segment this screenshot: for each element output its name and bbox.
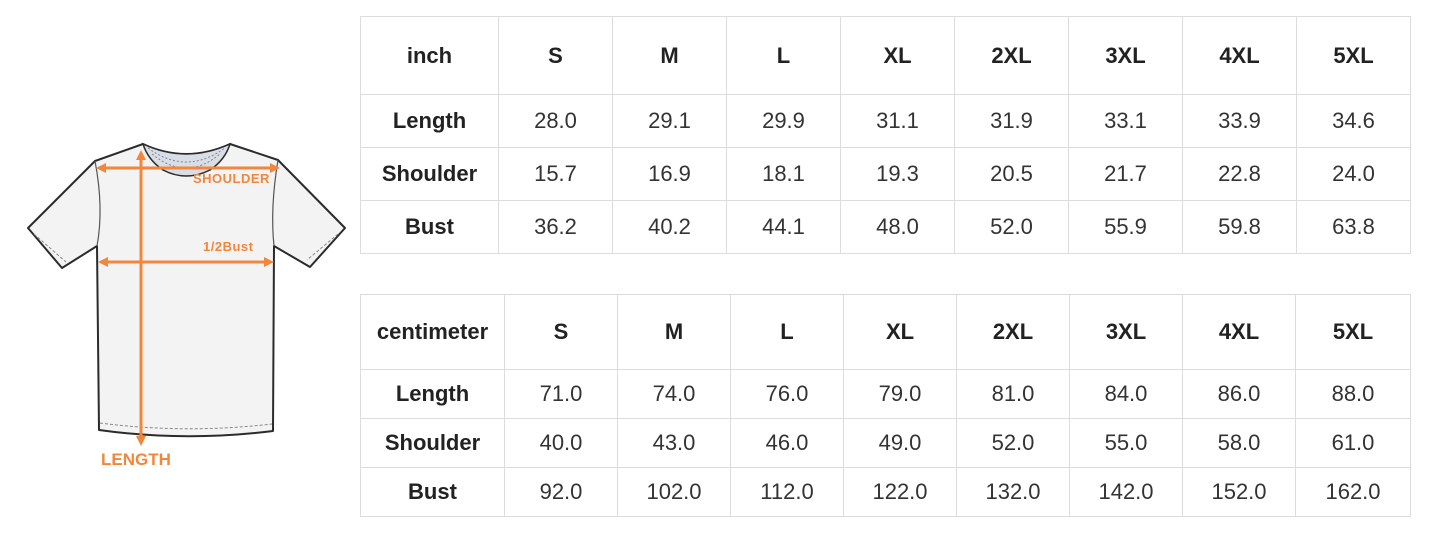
table-cell: 88.0 <box>1295 369 1411 419</box>
table-cell: 52.0 <box>956 418 1070 468</box>
table-cell: 58.0 <box>1182 418 1296 468</box>
table-row: Shoulder 40.0 43.0 46.0 49.0 52.0 55.0 5… <box>360 418 1411 468</box>
size-header: L <box>730 294 844 370</box>
table-cell: 55.9 <box>1068 200 1183 254</box>
table-cell: 55.0 <box>1069 418 1183 468</box>
table-cell: 86.0 <box>1182 369 1296 419</box>
size-header: 3XL <box>1069 294 1183 370</box>
table-cell: 18.1 <box>726 147 841 201</box>
table-cell: 49.0 <box>843 418 957 468</box>
size-header: 5XL <box>1296 16 1411 95</box>
tshirt-illustration <box>27 142 346 446</box>
size-header: S <box>504 294 618 370</box>
table-cell: 33.1 <box>1068 94 1183 148</box>
length-label: LENGTH <box>101 450 171 469</box>
table-cell: 102.0 <box>617 467 731 517</box>
table-cell: 84.0 <box>1069 369 1183 419</box>
table-cell: 15.7 <box>498 147 613 201</box>
table-cell: 122.0 <box>843 467 957 517</box>
table-cell: 40.0 <box>504 418 618 468</box>
row-label: Shoulder <box>360 418 505 468</box>
size-table-centimeter: centimeter S M L XL 2XL 3XL 4XL 5XL Leng… <box>360 294 1411 517</box>
table-cell: 44.1 <box>726 200 841 254</box>
table-cell: 112.0 <box>730 467 844 517</box>
table-cell: 22.8 <box>1182 147 1297 201</box>
table-cell: 71.0 <box>504 369 618 419</box>
table-cell: 28.0 <box>498 94 613 148</box>
table-cell: 19.3 <box>840 147 955 201</box>
table-cell: 21.7 <box>1068 147 1183 201</box>
bust-label: 1/2Bust <box>203 239 254 254</box>
table-cell: 31.1 <box>840 94 955 148</box>
size-header: 4XL <box>1182 16 1297 95</box>
table-cell: 142.0 <box>1069 467 1183 517</box>
table-cell: 20.5 <box>954 147 1069 201</box>
table-header-row: inch S M L XL 2XL 3XL 4XL 5XL <box>360 16 1411 95</box>
size-header: M <box>617 294 731 370</box>
size-header: L <box>726 16 841 95</box>
table-cell: 29.1 <box>612 94 727 148</box>
table-cell: 162.0 <box>1295 467 1411 517</box>
table-header-row: centimeter S M L XL 2XL 3XL 4XL 5XL <box>360 294 1411 370</box>
table-cell: 63.8 <box>1296 200 1411 254</box>
row-label: Length <box>360 94 499 148</box>
table-cell: 16.9 <box>612 147 727 201</box>
table-cell: 46.0 <box>730 418 844 468</box>
unit-header: centimeter <box>360 294 505 370</box>
table-cell: 92.0 <box>504 467 618 517</box>
table-cell: 40.2 <box>612 200 727 254</box>
table-cell: 43.0 <box>617 418 731 468</box>
size-header: 3XL <box>1068 16 1183 95</box>
size-header: M <box>612 16 727 95</box>
table-cell: 52.0 <box>954 200 1069 254</box>
size-header: 5XL <box>1295 294 1411 370</box>
table-cell: 36.2 <box>498 200 613 254</box>
size-header: 4XL <box>1182 294 1296 370</box>
table-cell: 152.0 <box>1182 467 1296 517</box>
table-cell: 48.0 <box>840 200 955 254</box>
table-cell: 29.9 <box>726 94 841 148</box>
size-header: 2XL <box>956 294 1070 370</box>
table-cell: 33.9 <box>1182 94 1297 148</box>
table-cell: 34.6 <box>1296 94 1411 148</box>
size-header: 2XL <box>954 16 1069 95</box>
table-cell: 81.0 <box>956 369 1070 419</box>
table-cell: 76.0 <box>730 369 844 419</box>
table-row: Bust 36.2 40.2 44.1 48.0 52.0 55.9 59.8 … <box>360 200 1411 254</box>
size-header: XL <box>840 16 955 95</box>
table-cell: 59.8 <box>1182 200 1297 254</box>
unit-header: inch <box>360 16 499 95</box>
size-header: XL <box>843 294 957 370</box>
table-cell: 132.0 <box>956 467 1070 517</box>
table-cell: 74.0 <box>617 369 731 419</box>
table-row: Shoulder 15.7 16.9 18.1 19.3 20.5 21.7 2… <box>360 147 1411 201</box>
table-row: Bust 92.0 102.0 112.0 122.0 132.0 142.0 … <box>360 467 1411 517</box>
size-header: S <box>498 16 613 95</box>
table-cell: 31.9 <box>954 94 1069 148</box>
table-cell: 61.0 <box>1295 418 1411 468</box>
table-cell: 24.0 <box>1296 147 1411 201</box>
size-table-inch: inch S M L XL 2XL 3XL 4XL 5XL Length 28.… <box>360 16 1411 254</box>
shoulder-label: SHOULDER <box>193 171 270 186</box>
table-row: Length 71.0 74.0 76.0 79.0 81.0 84.0 86.… <box>360 369 1411 419</box>
row-label: Length <box>360 369 505 419</box>
table-cell: 79.0 <box>843 369 957 419</box>
table-row: Length 28.0 29.1 29.9 31.1 31.9 33.1 33.… <box>360 94 1411 148</box>
row-label: Shoulder <box>360 147 499 201</box>
row-label: Bust <box>360 467 505 517</box>
row-label: Bust <box>360 200 499 254</box>
tshirt-measurement-diagram: SHOULDER 1/2Bust LENGTH <box>20 130 360 480</box>
